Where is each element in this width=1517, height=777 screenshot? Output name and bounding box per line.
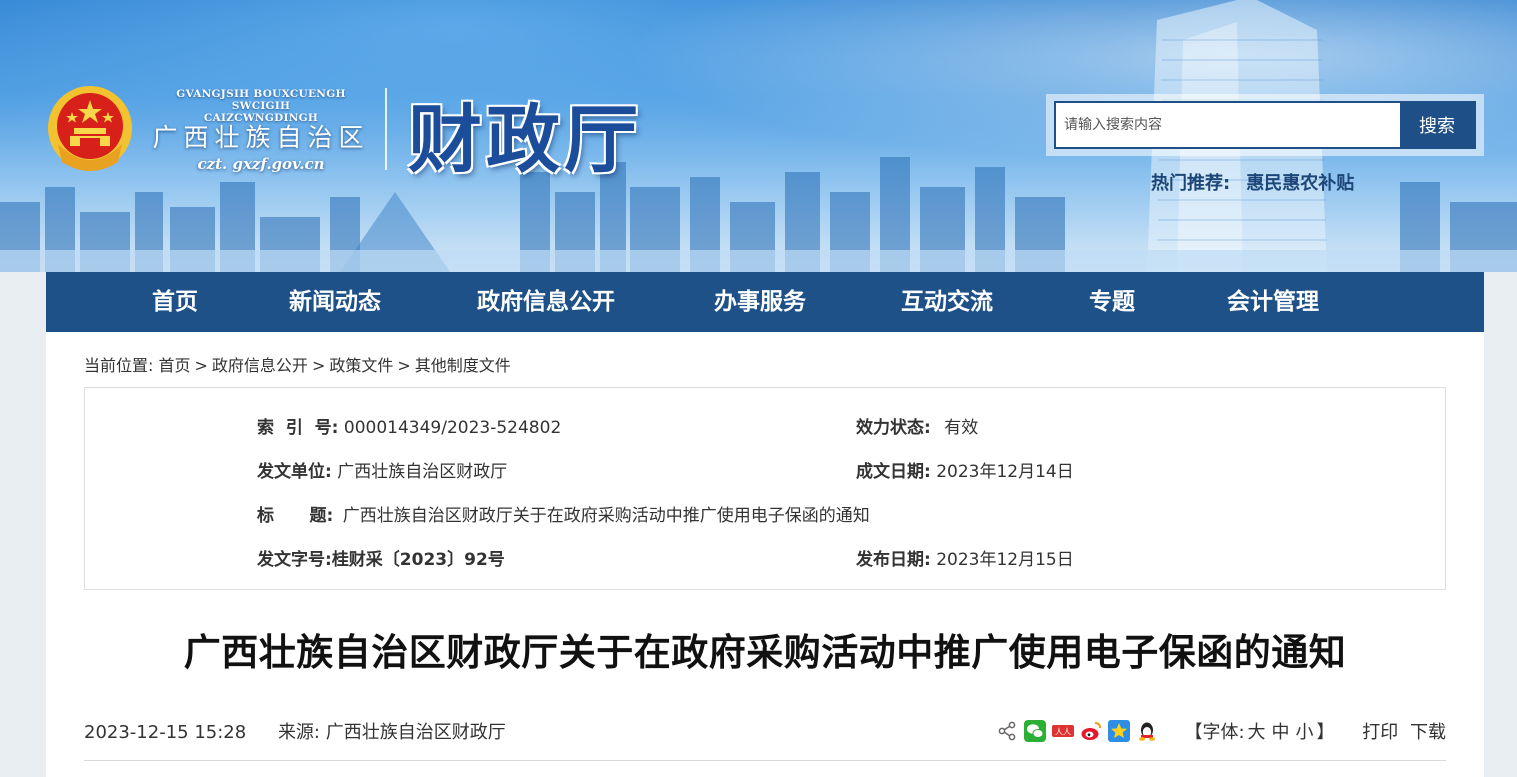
nav-item-home[interactable]: 首页 (152, 272, 198, 332)
renren-icon[interactable]: 人人 (1052, 720, 1074, 742)
breadcrumb-separator: > (194, 356, 208, 375)
meta-published-value: 2023年12月15日 (936, 550, 1074, 570)
font-large-button[interactable]: 大 (1248, 722, 1266, 743)
nav-item-accounting[interactable]: 会计管理 (1227, 272, 1319, 332)
search-input[interactable] (1056, 103, 1400, 147)
article-tools: 【字体: 大中小】 打印 下载 (1184, 718, 1446, 744)
meta-index-value: 000014349/2023-524802 (343, 418, 562, 438)
share-icon[interactable] (996, 720, 1018, 742)
breadcrumb-separator: > (397, 356, 411, 375)
font-size-label-close: 】 (1316, 722, 1335, 743)
meta-issuer-value: 广西壮族自治区财政厅 (337, 462, 508, 482)
article-source-value: 广西壮族自治区财政厅 (325, 722, 506, 743)
search-bar: 搜索 (1054, 101, 1476, 149)
breadcrumb-home[interactable]: 首页 (159, 356, 191, 375)
search-button[interactable]: 搜索 (1400, 103, 1474, 147)
document-meta-box: 索 引 号: 000014349/2023-524802 效力状态: 有效 发文… (84, 387, 1446, 590)
nav-item-topics[interactable]: 专题 (1089, 272, 1135, 332)
download-button[interactable]: 下载 (1410, 722, 1446, 743)
hot-recommend-link[interactable]: 惠民惠农补贴 (1246, 173, 1354, 194)
breadcrumb-gov-info[interactable]: 政府信息公开 (212, 356, 308, 375)
nav-item-services[interactable]: 办事服务 (714, 272, 806, 332)
nav-item-news[interactable]: 新闻动态 (289, 272, 381, 332)
meta-created-value: 2023年12月14日 (936, 462, 1074, 482)
department-title: 财政厅 (408, 97, 642, 183)
print-button[interactable]: 打印 (1362, 722, 1398, 743)
font-size-controls: 【字体: 大中小】 (1184, 722, 1334, 743)
meta-title: 标 题: 广西壮族自治区财政厅关于在政府采购活动中推广使用电子保函的通知 (257, 501, 870, 526)
article-datetime: 2023-12-15 15:28 (84, 722, 247, 743)
breadcrumb-prefix: 当前位置: (84, 356, 154, 375)
meta-issuer: 发文单位: 广西壮族自治区财政厅 (257, 457, 507, 482)
qzone-icon[interactable] (1108, 720, 1130, 742)
hot-recommend: 热门推荐: 惠民惠农补贴 (1151, 169, 1354, 195)
article-title: 广西壮族自治区财政厅关于在政府采购活动中推广使用电子保函的通知 (183, 631, 1347, 674)
meta-index: 索 引 号: 000014349/2023-524802 (257, 413, 561, 438)
meta-status: 效力状态: 有效 (856, 413, 978, 438)
meta-status-value: 有效 (944, 418, 979, 438)
meta-title-label: 标 题: (257, 506, 334, 526)
breadcrumb-separator: > (311, 356, 326, 375)
wechat-icon[interactable] (1024, 720, 1046, 742)
font-size-label-open: 【字体: (1184, 722, 1245, 743)
meta-published-label: 发布日期: (856, 550, 931, 570)
svg-text:人人: 人人 (1055, 728, 1071, 737)
meta-title-value: 广西壮族自治区财政厅关于在政府采购活动中推广使用电子保函的通知 (342, 506, 870, 526)
meta-docno-value: 桂财采〔2023〕92号 (331, 550, 505, 570)
logo-region-name: 广西壮族自治区 (152, 123, 370, 152)
meta-created: 成文日期: 2023年12月14日 (856, 457, 1074, 482)
qq-icon[interactable] (1136, 720, 1158, 742)
breadcrumb-policy-docs[interactable]: 政策文件 (329, 356, 393, 375)
nav-item-interaction[interactable]: 互动交流 (901, 272, 993, 332)
font-medium-button[interactable]: 中 (1272, 722, 1290, 743)
meta-published: 发布日期: 2023年12月15日 (856, 545, 1074, 570)
logo-divider (385, 88, 387, 170)
logo-domain: czt. gxzf.gov.cn (197, 155, 325, 173)
share-bar: 人人 (996, 720, 1158, 742)
meta-status-label: 效力状态: (856, 418, 931, 438)
weibo-icon[interactable] (1080, 720, 1102, 742)
breadcrumb-other-docs[interactable]: 其他制度文件 (415, 356, 511, 375)
meta-issuer-label: 发文单位: (257, 462, 332, 482)
breadcrumb: 当前位置: 首页 > 政府信息公开 > 政策文件 > 其他制度文件 (84, 352, 511, 376)
meta-docno: 发文字号:桂财采〔2023〕92号 (257, 545, 505, 570)
hot-recommend-label: 热门推荐: (1151, 173, 1231, 194)
meta-created-label: 成文日期: (856, 462, 931, 482)
content-panel: 当前位置: 首页 > 政府信息公开 > 政策文件 > 其他制度文件 索 引 号: 00001… (46, 332, 1484, 777)
article-source-label: 来源: (277, 722, 321, 743)
header-banner: GVANGJSIH BOUXCUENGH SWCIGIH CAIZCWNGDIN… (0, 0, 1517, 272)
search-box: 搜索 (1046, 94, 1484, 156)
divider (84, 760, 1446, 761)
meta-index-label: 索 引 号: (257, 418, 339, 438)
national-emblem-icon (48, 86, 132, 171)
meta-docno-label: 发文字号: (257, 550, 332, 570)
article-info-bar: 2023-12-15 15:28 来源: 广西壮族自治区财政厅 人人 【字体: … (84, 718, 1446, 758)
main-nav: 首页 新闻动态 政府信息公开 办事服务 互动交流 专题 会计管理 (46, 272, 1484, 332)
nav-item-gov-info[interactable]: 政府信息公开 (477, 272, 615, 332)
article-meta: 2023-12-15 15:28 来源: 广西壮族自治区财政厅 (84, 718, 506, 744)
font-small-button[interactable]: 小 (1296, 722, 1314, 743)
